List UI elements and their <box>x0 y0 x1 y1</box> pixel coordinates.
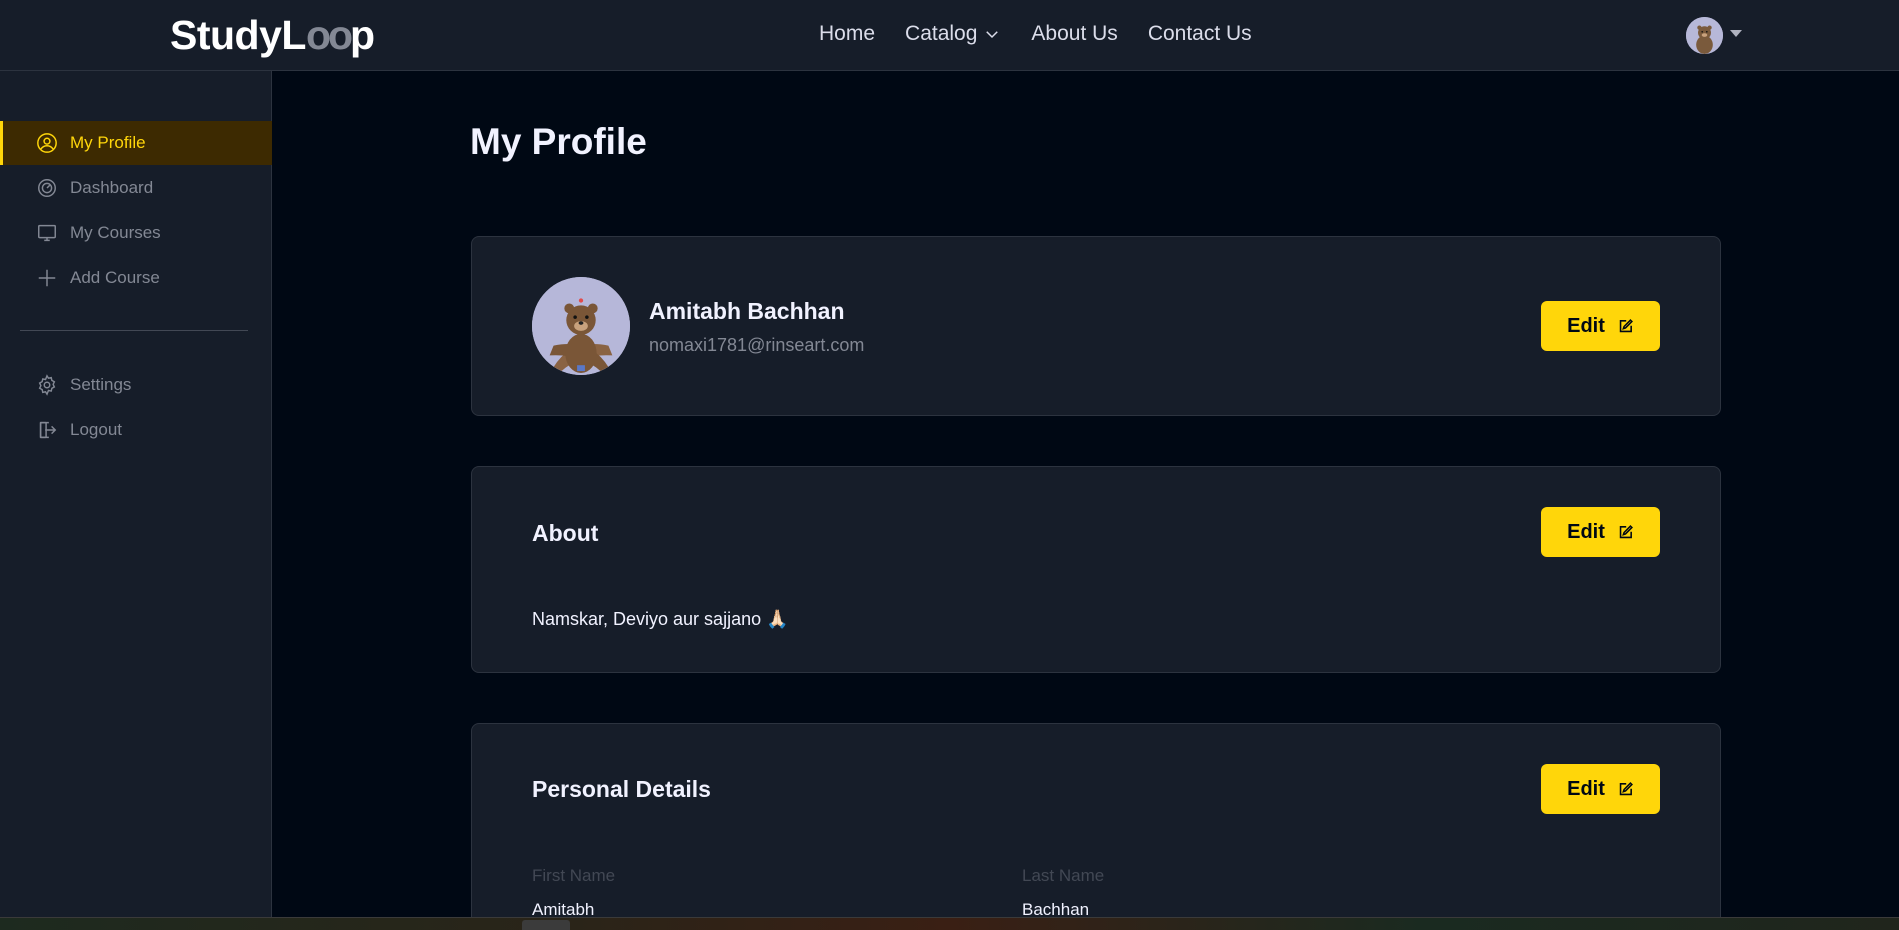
personal-details-heading: Personal Details <box>532 776 711 802</box>
edit-about-button[interactable]: Edit <box>1541 507 1660 557</box>
edit-button-label: Edit <box>1567 314 1605 337</box>
sidebar-item-logout[interactable]: Logout <box>0 408 272 452</box>
about-heading: About <box>532 520 599 546</box>
nav-links: Home Catalog About Us Contact Us <box>819 22 1252 46</box>
nav-link-catalog[interactable]: Catalog <box>905 22 1001 46</box>
logo-text-suffix: p <box>350 12 375 58</box>
sidebar: My Profile Dashboard My Courses Add Cour… <box>0 71 272 917</box>
nav-link-about-us[interactable]: About Us <box>1031 22 1117 46</box>
edit-button-label: Edit <box>1567 520 1605 543</box>
sidebar-item-settings[interactable]: Settings <box>0 363 272 407</box>
logo-text-oo: oo <box>305 12 353 58</box>
plus-icon <box>38 269 56 287</box>
sidebar-divider <box>20 330 248 331</box>
chevron-down-icon <box>986 31 999 39</box>
user-avatar[interactable] <box>1686 17 1723 54</box>
sidebar-item-my-profile[interactable]: My Profile <box>0 121 272 165</box>
sidebar-item-add-course[interactable]: Add Course <box>0 256 272 300</box>
logo-text-prefix: StudyL <box>170 12 306 58</box>
profile-name: Amitabh Bachhan <box>649 298 845 324</box>
first-name-label: First Name <box>532 866 616 885</box>
caret-down-icon[interactable] <box>1730 30 1742 37</box>
bear-avatar-icon <box>1686 17 1723 54</box>
edit-personal-details-button[interactable]: Edit <box>1541 764 1660 814</box>
last-name-label: Last Name <box>1022 866 1105 885</box>
sidebar-item-label: Settings <box>70 375 132 394</box>
edit-icon <box>1619 781 1633 795</box>
gauge-icon <box>38 179 56 197</box>
profile-email: nomaxi1781@rinseart.com <box>649 335 865 355</box>
profile-avatar <box>532 277 630 375</box>
profile-card: Amitabh Bachhan nomaxi1781@rinseart.com … <box>471 236 1721 416</box>
about-text: Namskar, Deviyo aur sajjano 🙏🏻 <box>532 609 789 629</box>
studyloop-logo[interactable]: StudyLoop <box>170 14 375 56</box>
nav-link-home[interactable]: Home <box>819 22 875 46</box>
edit-icon <box>1619 318 1633 332</box>
edit-button-label: Edit <box>1567 777 1605 800</box>
edit-profile-button[interactable]: Edit <box>1541 301 1660 351</box>
nav-link-catalog-label: Catalog <box>905 22 978 45</box>
taskbar-button[interactable] <box>522 920 570 930</box>
os-taskbar <box>0 917 1899 930</box>
nav-link-contact-us[interactable]: Contact Us <box>1148 22 1252 46</box>
sidebar-item-label: My Courses <box>70 223 161 242</box>
personal-details-card: Personal Details Edit First Name Amitabh… <box>471 723 1721 930</box>
logout-icon <box>39 421 57 439</box>
edit-icon <box>1619 524 1633 538</box>
monitor-icon <box>38 224 56 242</box>
gear-icon <box>38 374 56 396</box>
sidebar-item-label: Dashboard <box>70 178 154 197</box>
sidebar-item-label: Add Course <box>70 268 160 287</box>
sidebar-item-label: My Profile <box>70 133 146 152</box>
page-title: My Profile <box>470 121 647 162</box>
top-navbar: StudyLoop Home Catalog About Us Contact … <box>0 0 1899 71</box>
sidebar-item-dashboard[interactable]: Dashboard <box>0 166 272 210</box>
bear-avatar-icon <box>532 277 630 375</box>
sidebar-item-label: Logout <box>70 420 122 439</box>
sidebar-item-my-courses[interactable]: My Courses <box>0 211 272 255</box>
about-card: About Edit Namskar, Deviyo aur sajjano 🙏… <box>471 466 1721 673</box>
user-circle-icon <box>37 133 57 153</box>
